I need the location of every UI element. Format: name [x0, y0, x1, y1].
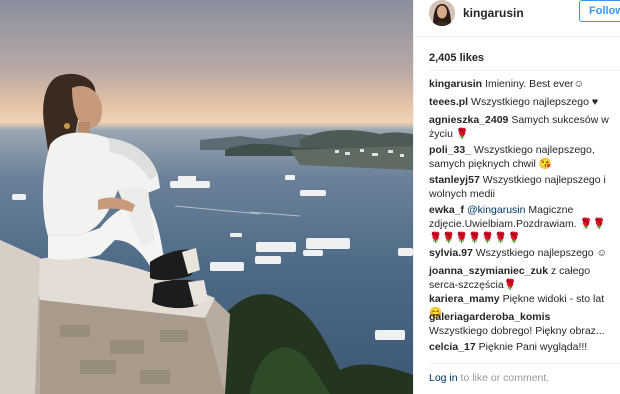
comment-text: Wszystkiego najlepszego ☺ — [475, 247, 608, 259]
comment: stanleyj57 Wszystkiego najlepszego i wol… — [429, 173, 611, 201]
comment-username[interactable]: galeriagarderoba_komis — [429, 311, 550, 323]
post-photo — [0, 0, 413, 394]
comment-mention[interactable]: @kingarusin — [467, 204, 526, 216]
comment-text: Pięknie Pani wygląda!!! — [478, 341, 588, 353]
comment-username[interactable]: agnieszka_2409 — [429, 114, 508, 126]
divider — [429, 70, 620, 71]
comment: celcia_17 Pięknie Pani wygląda!!! — [429, 340, 611, 354]
comment: teees.pl Wszystkiego najlepszego ♥ — [429, 95, 611, 109]
comment-username[interactable]: kingarusin — [429, 78, 482, 90]
comment: joanna_szymianiec_zuk z całego serca-szc… — [429, 264, 611, 292]
comment: agnieszka_2409 Samych sukcesów w życiu 🌹 — [429, 113, 611, 141]
comment-text: Wszystkiego najlepszego ♥ — [471, 96, 599, 108]
follow-button[interactable]: Follow — [579, 0, 620, 22]
comment: kingarusin Imieniny. Best ever☺ — [429, 77, 611, 91]
avatar-image — [429, 0, 455, 26]
comment: sylvia.97 Wszystkiego najlepszego ☺ — [429, 246, 611, 260]
comment-text: Imieniny. Best ever☺ — [485, 78, 585, 90]
comment-username[interactable]: teees.pl — [429, 96, 468, 108]
divider — [429, 363, 620, 364]
comment-username[interactable]: kariera_mamy — [429, 293, 500, 305]
comment-username[interactable]: poli_33_ — [429, 144, 471, 156]
login-suffix: to like or comment. — [457, 372, 550, 384]
post-side-panel: kingarusin Follow 2,405 likes kingarusin… — [413, 0, 620, 394]
comment-username[interactable]: ewka_f — [429, 204, 464, 216]
photo-scene — [0, 73, 413, 394]
comment-text: Wszystkiego dobrego! Piękny obraz... — [429, 325, 605, 337]
login-prompt: Log in to like or comment. — [429, 372, 549, 384]
comment-username[interactable]: stanleyj57 — [429, 174, 480, 186]
post-header: kingarusin Follow — [414, 0, 620, 37]
likes-count[interactable]: 2,405 likes — [429, 52, 484, 64]
login-link[interactable]: Log in — [429, 372, 458, 384]
comment: poli_33_ Wszystkiego najlepszego, samych… — [429, 143, 611, 171]
avatar[interactable] — [429, 0, 455, 26]
post-username[interactable]: kingarusin — [463, 6, 524, 20]
comment: ewka_f @kingarusin Magiczne zdjęcie.Uwie… — [429, 203, 611, 245]
comment: galeriagarderoba_komis Wszystkiego dobre… — [429, 310, 611, 338]
comment-username[interactable]: sylvia.97 — [429, 247, 473, 259]
comment-username[interactable]: joanna_szymianiec_zuk — [429, 265, 548, 277]
comment-username[interactable]: celcia_17 — [429, 341, 476, 353]
